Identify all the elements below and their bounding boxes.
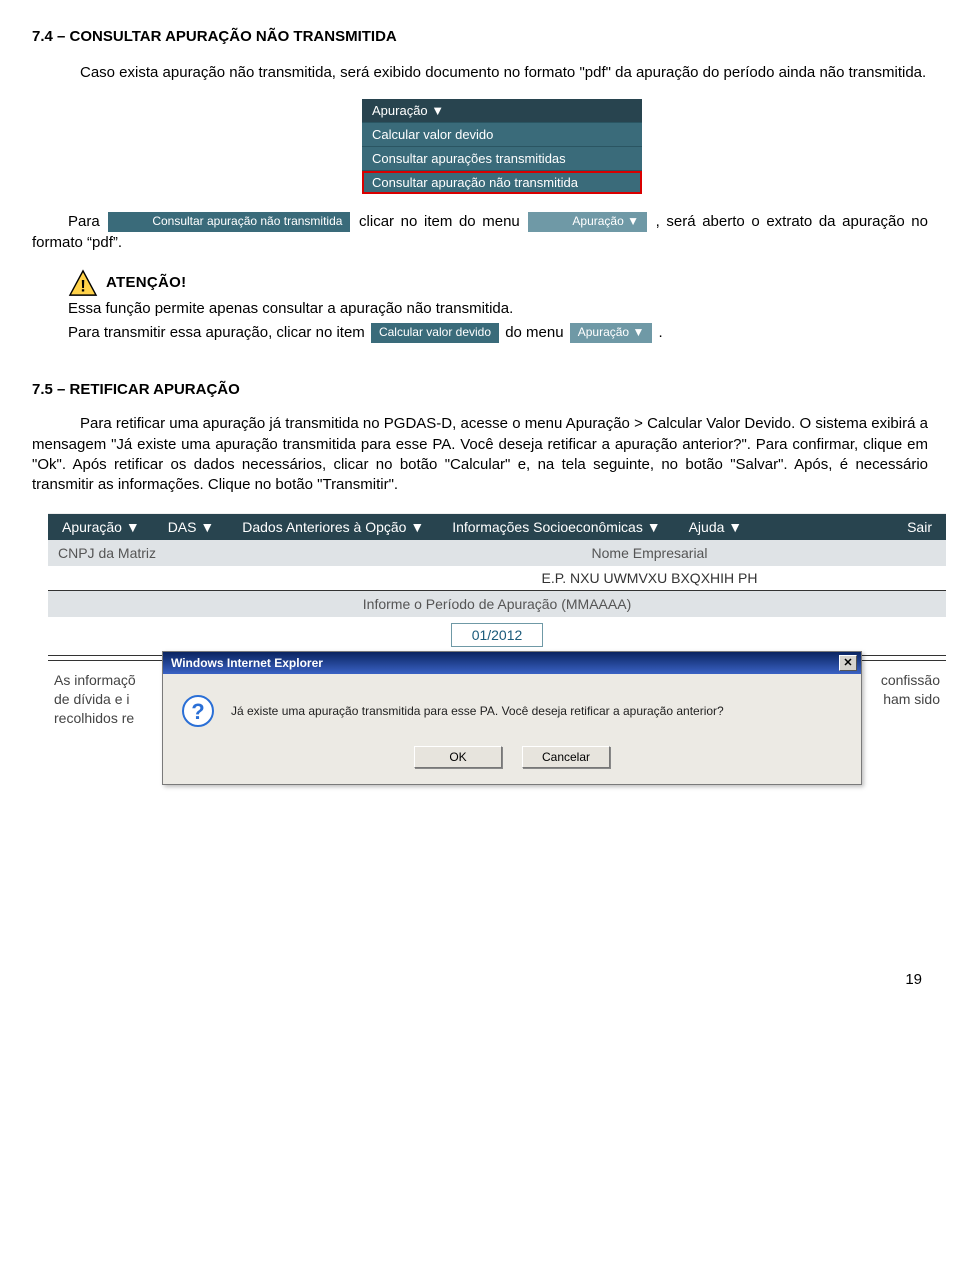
warning-line2: Para transmitir essa apuração, clicar no… (68, 323, 928, 343)
section-75-title: 7.5 – RETIFICAR APURAÇÃO (32, 381, 928, 398)
svg-text:?: ? (191, 699, 204, 724)
nome-value: E.P. NXU UWMVXU BXQXHIH PH (353, 566, 946, 590)
menu-apuracao[interactable]: Apuração ▼ (48, 514, 154, 540)
top-menu-bar: Apuração ▼ DAS ▼ Dados Anteriores à Opçã… (48, 514, 946, 540)
chip-consultar-nao-transmitida: Consultar apuração não transmitida (108, 212, 350, 232)
grid-data-row: E.P. NXU UWMVXU BXQXHIH PH (48, 566, 946, 591)
cnpj-value (48, 566, 353, 590)
menu-info-socioeconomicas[interactable]: Informações Socioeconômicas ▼ (438, 514, 674, 540)
col-nome: Nome Empresarial (353, 540, 946, 566)
col-cnpj: CNPJ da Matriz (48, 540, 353, 566)
warn2-suffix: . (659, 324, 663, 341)
section-74-para2: Para Consultar apuração não transmitida … (32, 212, 928, 253)
dialog-ok-button[interactable]: OK (414, 746, 502, 768)
periodo-label: Informe o Período de Apuração (MMAAAA) (48, 591, 946, 617)
menu-sair[interactable]: Sair (893, 514, 946, 540)
section-75-para: Para retificar uma apuração já transmiti… (32, 414, 928, 495)
menu-das[interactable]: DAS ▼ (154, 514, 229, 540)
warn2-mid: do menu (505, 324, 568, 341)
warn2-prefix: Para transmitir essa apuração, clicar no… (68, 324, 369, 341)
para2-mid1: clicar no item do menu (359, 213, 526, 230)
menu-item-apuracao: Apuração ▼ (362, 99, 642, 123)
warning-line1: Essa função permite apenas consultar a a… (68, 299, 928, 319)
grid-header-row: CNPJ da Matriz Nome Empresarial (48, 540, 946, 566)
dialog-close-button[interactable]: ✕ (839, 655, 857, 671)
svg-text:!: ! (80, 276, 86, 295)
warning-label: ATENÇÃO! (106, 274, 186, 291)
ie-confirm-dialog: Windows Internet Explorer ✕ ? Já existe … (162, 651, 862, 785)
section-74-title: 7.4 – CONSULTAR APURAÇÃO NÃO TRANSMITIDA (32, 28, 928, 45)
pgdas-screenshot: Apuração ▼ DAS ▼ Dados Anteriores à Opçã… (48, 513, 946, 851)
menu-dados-anteriores[interactable]: Dados Anteriores à Opção ▼ (228, 514, 438, 540)
chip-calcular-valor: Calcular valor devido (371, 323, 499, 343)
chip-apuracao: Apuração ▼ (528, 212, 647, 232)
truncated-text-left: As informaçõ de dívida e i recolhidos re (54, 671, 136, 728)
menu-item-calcular: Calcular valor devido (362, 123, 642, 147)
dialog-overlay-area: As informaçõ de dívida e i recolhidos re… (48, 661, 946, 851)
menu-ajuda[interactable]: Ajuda ▼ (675, 514, 757, 540)
periodo-input[interactable]: 01/2012 (451, 623, 544, 647)
chip-apuracao-2: Apuração ▼ (570, 323, 653, 343)
dialog-cancel-button[interactable]: Cancelar (522, 746, 610, 768)
menu-item-consultar-transmitidas: Consultar apurações transmitidas (362, 147, 642, 171)
section-74-intro: Caso exista apuração não transmitida, se… (32, 63, 928, 83)
question-icon: ? (181, 694, 215, 728)
warning-icon: ! (68, 269, 98, 297)
apuracao-dropdown-illustration: Apuração ▼ Calcular valor devido Consult… (362, 99, 642, 194)
truncated-text-right: confissão ham sido (881, 671, 940, 709)
para2-prefix: Para (68, 213, 106, 230)
menu-item-consultar-nao-transmitida: Consultar apuração não transmitida (362, 171, 642, 194)
dialog-message: Já existe uma apuração transmitida para … (231, 704, 724, 718)
dialog-titlebar: Windows Internet Explorer ✕ (163, 652, 861, 674)
page-number: 19 (32, 971, 928, 988)
dialog-title-text: Windows Internet Explorer (171, 656, 839, 670)
